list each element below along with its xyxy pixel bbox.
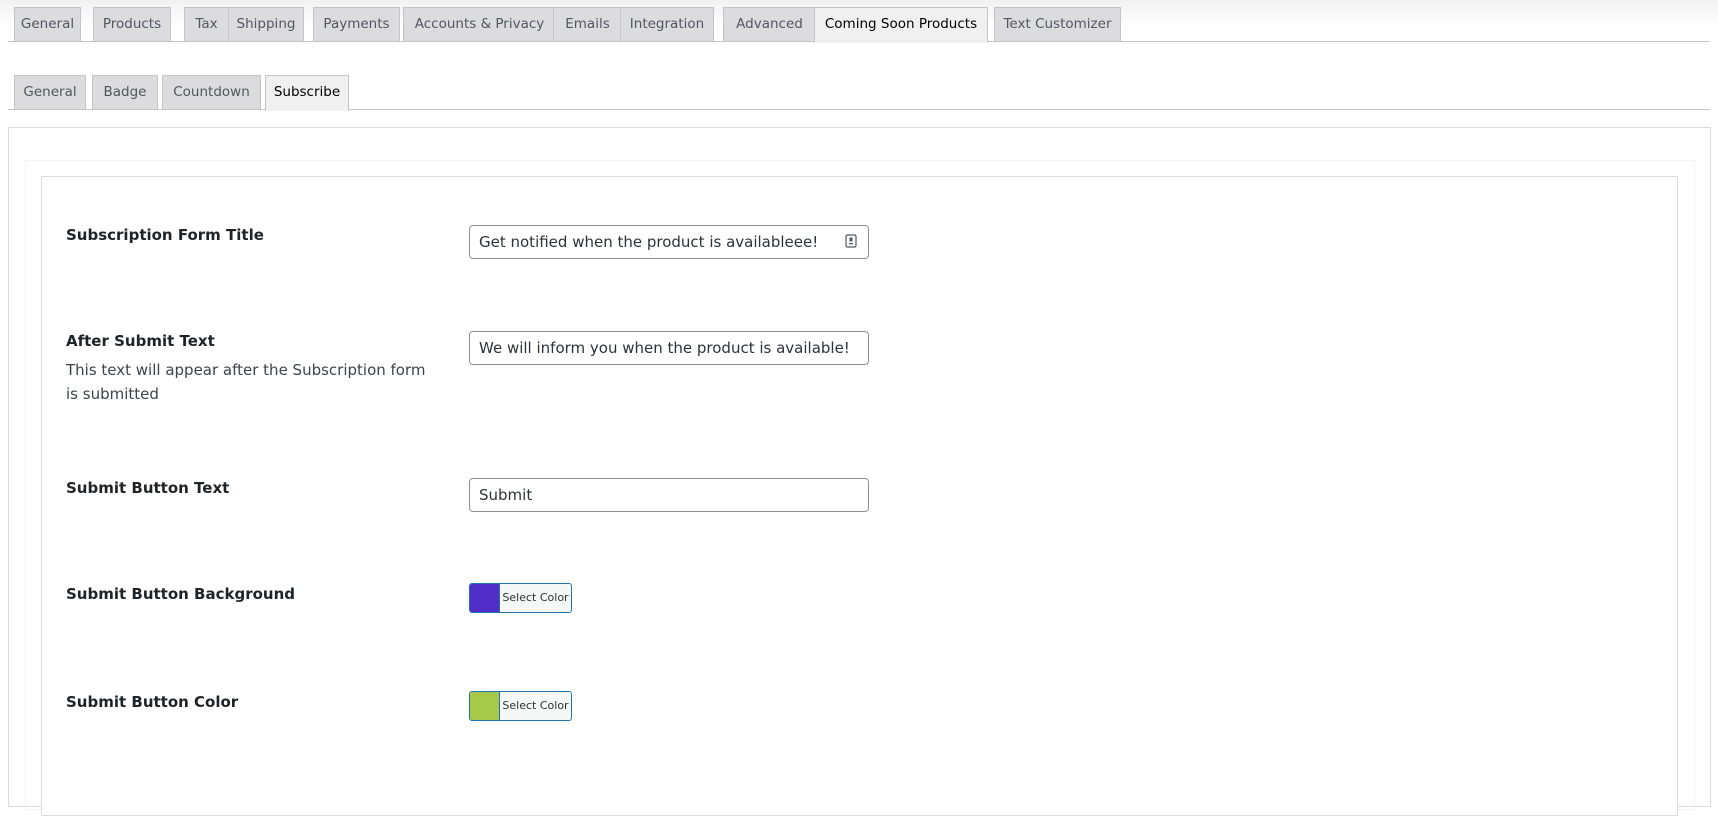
submit-button-color-label: Submit Button Color bbox=[66, 693, 239, 711]
tab-accounts-privacy[interactable]: Accounts & Privacy bbox=[403, 7, 556, 42]
tab-payments[interactable]: Payments bbox=[313, 7, 400, 42]
subscription-form-title-input[interactable] bbox=[469, 225, 869, 259]
after-submit-text-label: After Submit Text bbox=[66, 332, 215, 350]
tab-integration[interactable]: Integration bbox=[620, 7, 714, 42]
tab-tax[interactable]: Tax bbox=[184, 7, 229, 42]
subtab-subscribe[interactable]: Subscribe bbox=[265, 75, 349, 111]
tab-shipping[interactable]: Shipping bbox=[228, 7, 304, 42]
tab-advanced[interactable]: Advanced bbox=[723, 7, 816, 42]
submit-button-color-picker[interactable]: Select Color bbox=[469, 691, 572, 721]
tab-general[interactable]: General bbox=[14, 7, 81, 42]
submit-button-background-label: Submit Button Background bbox=[66, 585, 295, 603]
select-color-label: Select Color bbox=[502, 591, 569, 604]
main-tabs: General Products Tax Shipping Payments A… bbox=[8, 7, 1710, 43]
color-swatch bbox=[470, 584, 500, 612]
select-color-label: Select Color bbox=[502, 699, 569, 712]
subscription-form-title-label: Subscription Form Title bbox=[66, 226, 264, 244]
tab-products[interactable]: Products bbox=[93, 7, 171, 42]
password-manager-icon[interactable] bbox=[845, 233, 857, 248]
subtab-countdown[interactable]: Countdown bbox=[162, 75, 261, 110]
submit-button-text-label: Submit Button Text bbox=[66, 479, 230, 497]
subtab-badge[interactable]: Badge bbox=[92, 75, 158, 110]
tab-coming-soon-products[interactable]: Coming Soon Products bbox=[814, 7, 988, 43]
submit-button-text-input[interactable] bbox=[469, 478, 869, 512]
after-submit-text-input[interactable] bbox=[469, 331, 869, 365]
tab-emails[interactable]: Emails bbox=[553, 7, 622, 42]
after-submit-text-description: This text will appear after the Subscrip… bbox=[66, 361, 426, 403]
submit-button-background-color-picker[interactable]: Select Color bbox=[469, 583, 572, 613]
sub-tabs: General Badge Countdown Subscribe bbox=[8, 75, 1710, 111]
subtab-general[interactable]: General bbox=[14, 75, 86, 110]
color-swatch bbox=[470, 692, 500, 720]
tab-text-customizer[interactable]: Text Customizer bbox=[994, 7, 1121, 42]
